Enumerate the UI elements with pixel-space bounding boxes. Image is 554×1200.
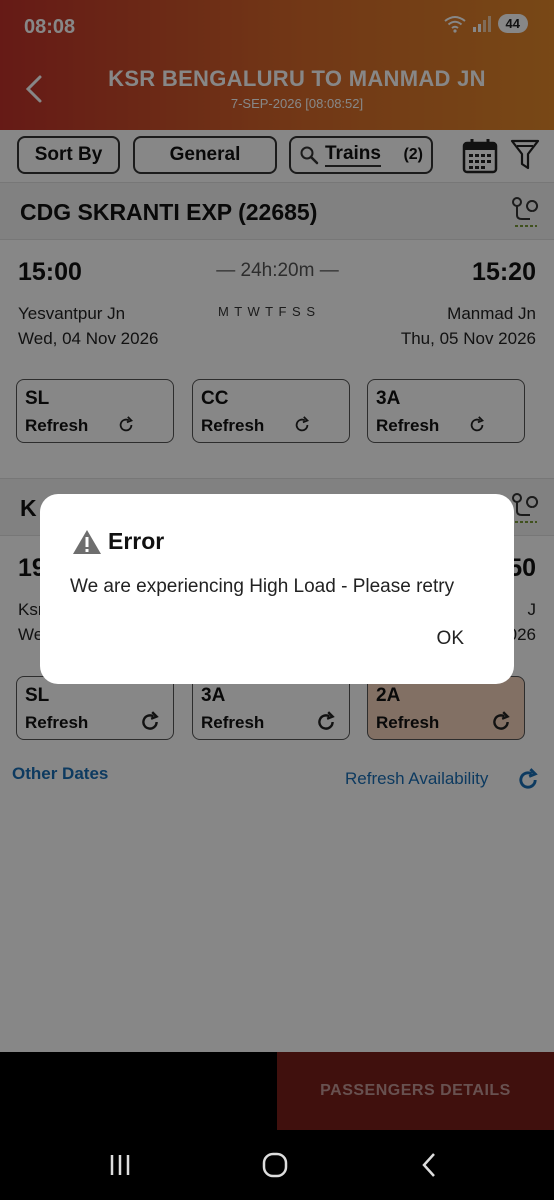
home-icon[interactable] <box>259 1150 291 1180</box>
dialog-title: Error <box>72 528 164 555</box>
dialog-title-text: Error <box>108 528 165 554</box>
ok-button[interactable]: OK <box>433 624 468 654</box>
dialog-message: We are experiencing High Load - Please r… <box>70 576 455 597</box>
recent-apps-icon[interactable] <box>104 1150 136 1180</box>
warning-icon <box>73 529 101 554</box>
system-back-icon[interactable] <box>414 1150 446 1180</box>
system-nav-bar <box>0 1130 554 1200</box>
error-dialog: Error We are experiencing High Load - Pl… <box>40 494 514 684</box>
